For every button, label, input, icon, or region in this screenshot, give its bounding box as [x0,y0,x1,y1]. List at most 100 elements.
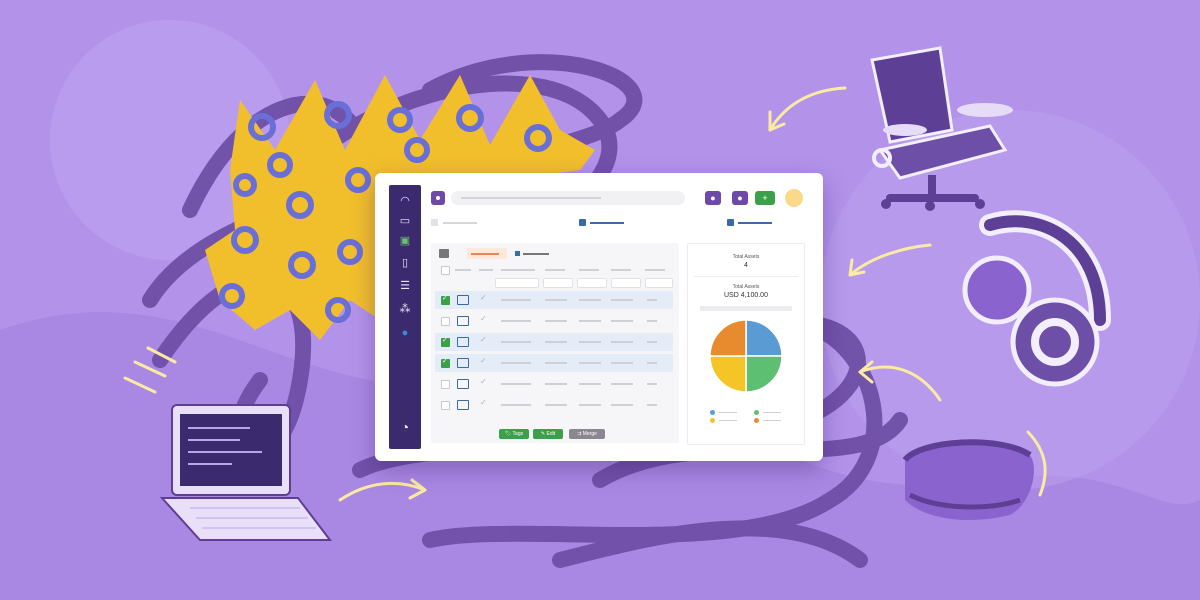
dropdown-select[interactable] [700,306,792,311]
check-icon: ✓ [480,398,487,407]
table-row[interactable]: ✓ [435,312,673,330]
table-cell [545,320,567,322]
total-cost-value: USD 4,100.00 [724,292,768,299]
table-cell [579,362,601,364]
column-header[interactable] [501,269,535,271]
sidebar: ◠ ▭ ▣ ▯ ☰ ⁂ ● ◔ [389,185,421,449]
device-icon [457,316,469,326]
device-icon [457,358,469,368]
table-cell [545,383,567,385]
purple-button[interactable]: ● [705,191,721,205]
app-logo[interactable] [431,191,445,205]
monitor-icon[interactable]: ▣ [397,235,413,247]
filter-label [443,222,477,224]
total-assets-label: Total Assets [732,254,760,260]
table-cell [647,404,657,406]
table-toolbar [435,247,675,261]
table-cell [611,341,633,343]
tags-button[interactable]: 🏷 Tags [499,429,529,439]
table-cell [545,341,567,343]
row-checkbox[interactable] [441,401,450,410]
merge-button[interactable]: ⇉ Merge [569,429,605,439]
purple-button[interactable]: ● [732,191,748,205]
check-icon: ✓ [480,356,487,365]
pie-slice [709,319,747,357]
device-icon [457,337,469,347]
table-cell [501,320,531,322]
table-row[interactable]: ✓ [435,333,673,351]
filter-button[interactable] [467,248,507,259]
row-checkbox[interactable] [441,336,450,347]
column-header[interactable] [645,269,665,271]
table-cell [611,320,633,322]
row-checkbox[interactable] [441,294,450,305]
view-toggle-icon[interactable] [439,249,449,258]
database-icon[interactable]: ☰ [397,280,413,292]
pie-slice [709,355,747,393]
select-all-checkbox[interactable] [441,266,450,275]
table-cell [501,299,531,301]
columns-dropdown[interactable] [515,248,555,259]
table-row[interactable]: ✓ [435,354,673,372]
divider [694,276,798,277]
check-icon: ✓ [480,314,487,323]
table-row[interactable]: ✓ [435,396,673,414]
search-input[interactable] [451,191,685,205]
device-icon [457,400,469,410]
logo-icon[interactable]: ◠ [397,195,413,207]
table-cell [611,404,633,406]
table-cell [501,404,531,406]
pie-chart [709,319,783,393]
laptop-icon[interactable]: ▭ [397,215,413,227]
check-icon: ✓ [480,335,487,344]
column-filter-input[interactable] [543,278,573,288]
total-cost-label: Total Assets [732,284,760,290]
device-icon [457,295,469,305]
column-filter-input[interactable] [645,278,673,288]
check-icon: ✓ [480,293,487,302]
column-filter-input[interactable] [611,278,641,288]
mouse-illustration [902,439,1034,520]
globe-icon[interactable]: ● [397,327,413,339]
brand-icon[interactable]: ◔ [397,420,413,434]
filter-chip-label [738,222,772,224]
bulk-actions: 🏷 Tags ✎ Edit ⇉ Merge [499,429,619,441]
pie-slice [745,319,783,357]
column-header[interactable] [479,269,493,271]
row-checkbox[interactable] [441,357,450,368]
filter-chip-label [590,222,624,224]
edit-button[interactable]: ✎ Edit [533,429,563,439]
document-icon[interactable]: ▯ [397,257,413,269]
column-header[interactable] [545,269,565,271]
pie-slice [745,355,783,393]
column-header[interactable] [455,269,471,271]
table-cell [579,341,601,343]
column-filter-input[interactable] [495,278,539,288]
table-cell [647,341,657,343]
filter-chip[interactable] [727,219,734,226]
filter-row [427,215,809,231]
row-checkbox[interactable] [441,380,450,389]
table-cell [501,362,531,364]
column-header[interactable] [579,269,599,271]
table-cell [579,299,601,301]
table-cell [647,299,657,301]
components-icon[interactable]: ⁂ [397,303,413,315]
table-cell [579,320,601,322]
table-row[interactable]: ✓ [435,375,673,393]
select-all-checkbox[interactable] [431,219,438,226]
column-header[interactable] [611,269,631,271]
total-assets-value: 4 [744,262,748,269]
add-button[interactable]: + [755,191,775,205]
summary-panel: Total Assets 4 Total Assets USD 4,100.00 [687,243,805,445]
table-row[interactable]: ✓ [435,291,673,309]
device-icon [457,379,469,389]
column-filter-input[interactable] [577,278,607,288]
table-cell [545,404,567,406]
table-cell [647,362,657,364]
row-checkbox[interactable] [441,317,450,326]
asset-management-window: ◠ ▭ ▣ ▯ ☰ ⁂ ● ◔ ● ● + ✓ ✓ ✓ ✓ ✓ ✓ ✓ ✓ ✓ … [375,173,823,461]
column-filter-row [435,277,675,288]
filter-chip[interactable] [579,219,586,226]
avatar[interactable] [785,189,803,207]
